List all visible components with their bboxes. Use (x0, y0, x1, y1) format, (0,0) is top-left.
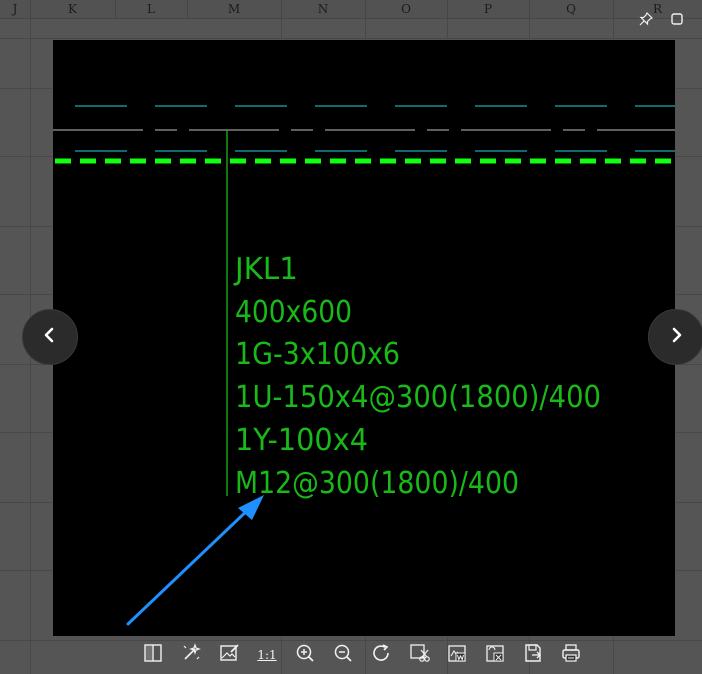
maximize-icon (670, 12, 684, 31)
edit-image-button[interactable] (216, 642, 242, 668)
pin-icon (639, 11, 654, 31)
zoom-in-button[interactable] (292, 642, 318, 668)
magic-select-button[interactable] (178, 642, 204, 668)
word-icon (446, 642, 468, 669)
save-icon (522, 642, 544, 669)
to-excel-button[interactable] (482, 642, 508, 668)
print-button[interactable] (558, 642, 584, 668)
viewer-toolbar: 1:1 (0, 636, 702, 674)
bolt-spec-text: M12@300(1800)/400 (235, 466, 519, 501)
steel-y-text: 1Y-100x4 (235, 423, 368, 458)
beam-size-text: 400x600 (235, 295, 352, 330)
magic-wand-icon (180, 642, 202, 669)
print-icon (560, 642, 582, 669)
crop-button[interactable] (406, 642, 432, 668)
excel-icon (484, 642, 506, 669)
cad-drawing: JKL1 400x600 1G-3x100x6 1U-150x4@300(180… (53, 105, 675, 501)
zoom-out-icon (332, 642, 354, 669)
chevron-right-icon (667, 326, 685, 349)
next-image-button[interactable] (648, 309, 702, 365)
zoom-in-icon (294, 642, 316, 669)
pin-button[interactable] (637, 11, 655, 31)
actual-size-button[interactable]: 1:1 (254, 642, 280, 668)
annotation-text-group: JKL1 400x600 1G-3x100x6 1U-150x4@300(180… (233, 252, 601, 501)
fit-icon (142, 642, 164, 669)
zoom-out-button[interactable] (330, 642, 356, 668)
rotate-button[interactable] (368, 642, 394, 668)
crop-icon (408, 642, 430, 669)
image-canvas[interactable]: JKL1 400x600 1G-3x100x6 1U-150x4@300(180… (52, 39, 676, 637)
to-word-button[interactable] (444, 642, 470, 668)
steel-u-text: 1U-150x4@300(1800)/400 (235, 380, 601, 415)
actual-size-label: 1:1 (257, 648, 277, 662)
edit-image-icon (218, 642, 240, 669)
beam-id-text: JKL1 (233, 252, 298, 287)
steel-g-text: 1G-3x100x6 (235, 337, 400, 372)
save-as-button[interactable] (520, 642, 546, 668)
prev-image-button[interactable] (22, 309, 78, 365)
maximize-button[interactable] (668, 12, 686, 30)
chevron-left-icon (41, 326, 59, 349)
fit-window-button[interactable] (140, 642, 166, 668)
rotate-icon (370, 642, 392, 669)
